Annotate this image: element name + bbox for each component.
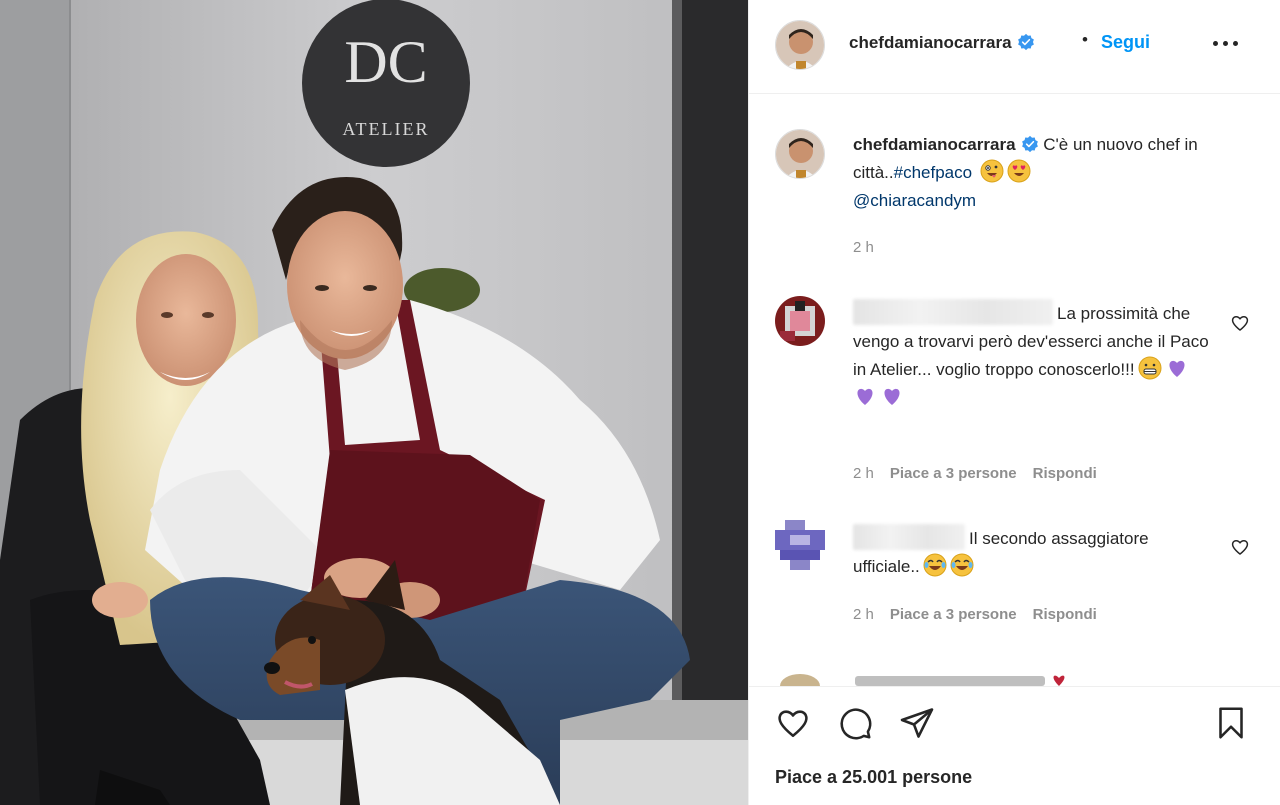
comment-meta: 2 h Piace a 3 persone Rispondi [853,606,1113,623]
follow-button[interactable]: Segui [1101,32,1150,53]
comment-text: La prossimità che vengo a trovarvi però … [853,299,1213,412]
heart-eyes-emoji-icon [1007,159,1031,183]
comment-reply-button[interactable]: Rispondi [1033,606,1097,623]
comment-likes-button[interactable]: Piace a 3 persone [890,606,1017,623]
caption-username[interactable]: chefdamianocarrara [853,135,1016,154]
post-header: chefdamianocarrara • Segui [749,0,1280,94]
caption-timestamp[interactable]: 2 h [853,239,874,256]
author-username[interactable]: chefdamianocarrara [849,33,1035,53]
post-side-panel: chefdamianocarrara • Segui chefdamianoca… [748,0,1280,805]
header-separator: • [1082,30,1088,49]
verified-badge-icon [1017,33,1034,51]
comment-like-heart-icon[interactable] [1230,313,1250,333]
tears-of-joy-emoji-icon [923,553,947,577]
comment-timestamp[interactable]: 2 h [853,606,874,623]
comment-item-partial [775,664,1255,686]
author-username-text[interactable]: chefdamianocarrara [849,33,1012,52]
caption-hashtag[interactable]: #chefpaco [894,163,972,182]
comment-bubble-icon[interactable] [837,705,873,741]
author-avatar[interactable] [775,20,825,70]
comment-meta: 2 h Piace a 3 persone Rispondi [853,465,1113,482]
comment-text: Il secondo assaggiatore ufficiale.. [853,524,1213,581]
post-image: DC ATELIER [0,0,748,805]
caption-avatar[interactable] [775,129,825,179]
purple-heart-emoji-icon [857,388,873,405]
paper-plane-icon[interactable] [899,705,935,741]
more-options-icon[interactable] [1213,40,1239,48]
tears-of-joy-emoji-icon [950,553,974,577]
caption-text: chefdamianocarrara C'è un nuovo chef in … [853,131,1233,215]
comment-timestamp[interactable]: 2 h [853,465,874,482]
comment-reply-button[interactable]: Rispondi [1033,465,1097,482]
purple-heart-emoji-icon [1169,360,1185,377]
post-photo[interactable]: DC ATELIER [0,0,748,805]
post-actions: Piace a 25.001 persone [749,686,1280,805]
commenter-avatar[interactable] [775,520,825,570]
sign-monogram: DC [344,29,427,95]
post-likes-count[interactable]: Piace a 25.001 persone [775,767,972,788]
caption-mention[interactable]: @chiaracandym [853,191,976,210]
commenter-username-redacted[interactable] [853,299,1053,325]
comment-like-heart-icon[interactable] [1230,537,1250,557]
commenter-avatar[interactable] [775,296,825,346]
zany-face-emoji-icon [980,159,1004,183]
sign-label: ATELIER [343,119,430,139]
commenter-username-redacted[interactable] [853,524,965,550]
grimacing-face-emoji-icon [1138,356,1162,380]
purple-heart-emoji-icon [884,388,900,405]
comment-likes-button[interactable]: Piace a 3 persone [890,465,1017,482]
verified-badge-icon [1021,135,1038,153]
heart-icon[interactable] [775,705,811,741]
bookmark-icon[interactable] [1213,705,1249,741]
